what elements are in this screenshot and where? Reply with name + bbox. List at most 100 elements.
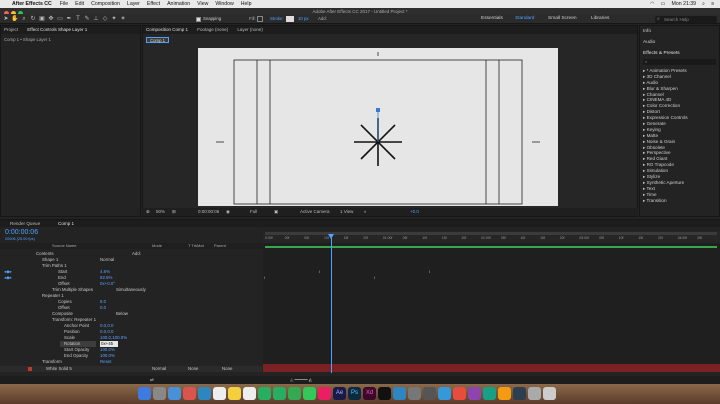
app-store-icon[interactable] — [393, 387, 406, 400]
finder-icon[interactable] — [138, 387, 151, 400]
tab-project[interactable]: Project — [4, 26, 18, 34]
safari-icon[interactable] — [168, 387, 181, 400]
stroke-width[interactable]: 10 px — [298, 16, 309, 21]
tab-effect-controls[interactable]: Effect Controls Shape Layer 1 — [27, 26, 87, 34]
calendar-icon[interactable] — [213, 387, 226, 400]
zoom-tool-icon[interactable]: ⌕ — [20, 15, 28, 23]
magnify-icon[interactable]: ⊕ — [146, 209, 150, 215]
current-time-indicator[interactable] — [331, 235, 332, 373]
grid-icon[interactable]: ⊞ — [172, 209, 176, 215]
camera-tool-icon[interactable]: ▣ — [38, 15, 46, 23]
menu-composition[interactable]: Composition — [91, 1, 120, 7]
type-tool-icon[interactable]: T — [74, 15, 82, 23]
wifi-icon[interactable]: ◠ — [650, 1, 655, 7]
keyframe-marker[interactable]: I — [319, 269, 320, 274]
effects-category[interactable]: ▸ Transition — [643, 198, 718, 204]
search-help-input[interactable]: Search Help — [655, 16, 717, 23]
app-icon[interactable] — [438, 387, 451, 400]
comp-tab[interactable]: Comp 1 — [146, 37, 170, 43]
tab-comp-1[interactable]: Comp 1 — [58, 220, 74, 227]
itunes-icon[interactable] — [318, 387, 331, 400]
keyframe-marker[interactable]: I — [429, 269, 430, 274]
eraser-tool-icon[interactable]: ◇ — [101, 15, 109, 23]
terminal-icon[interactable] — [423, 387, 436, 400]
keyframe-marker[interactable]: I — [374, 275, 375, 280]
workspace-essentials[interactable]: Essentials — [481, 16, 503, 21]
composition-viewer[interactable] — [198, 48, 558, 206]
rotate-tool-icon[interactable]: ↻ — [29, 15, 37, 23]
battery-icon[interactable]: ▭ — [661, 1, 666, 7]
info-tab[interactable]: Info — [643, 29, 651, 34]
pan-behind-tool-icon[interactable]: ✥ — [47, 15, 55, 23]
zoom-level[interactable]: 50% — [156, 209, 165, 214]
system-preferences-icon[interactable] — [408, 387, 421, 400]
trash-icon[interactable] — [543, 387, 556, 400]
app-icon[interactable] — [468, 387, 481, 400]
stroke-swatch[interactable] — [286, 16, 294, 22]
layer-row-white-solid[interactable]: White Solid 5 Normal None None — [0, 366, 262, 372]
exposure-value[interactable]: +0.0 — [410, 209, 419, 214]
col-parent[interactable]: Parent — [214, 243, 226, 249]
after-effects-icon[interactable]: Ae — [333, 387, 346, 400]
menu-edit[interactable]: Edit — [75, 1, 84, 7]
menu-animation[interactable]: Animation — [167, 1, 190, 7]
timeline-timecode[interactable]: 0:00:00:06 — [5, 229, 38, 236]
tab-footage[interactable]: Footage (none) — [197, 26, 228, 34]
zoom-slider-icon[interactable]: ◬ ━━━━━ ◭ — [290, 377, 312, 383]
workspace-small-screen[interactable]: Small Screen — [548, 16, 577, 21]
exposure-icon[interactable]: ◐ — [364, 209, 367, 214]
app-icon[interactable] — [498, 387, 511, 400]
view-layout-select[interactable]: 1 View — [340, 209, 353, 214]
effects-presets-title[interactable]: Effects & Presets — [643, 51, 680, 56]
camera-app-icon[interactable] — [378, 387, 391, 400]
menu-layer[interactable]: Layer — [127, 1, 140, 7]
resolution-select[interactable]: Full — [250, 209, 257, 214]
keyframe-nav-icon[interactable]: ◂◆▸ — [4, 275, 12, 281]
app-icon[interactable] — [513, 387, 526, 400]
notes-icon[interactable] — [228, 387, 241, 400]
reminders-icon[interactable] — [243, 387, 256, 400]
workspace-standard[interactable]: Standard — [515, 16, 534, 21]
tab-composition[interactable]: Composition Comp 1 — [146, 26, 188, 34]
menu-file[interactable]: File — [60, 1, 68, 7]
layer-duration-bar[interactable] — [265, 246, 717, 248]
tab-layer[interactable]: Layer (none) — [237, 26, 263, 34]
menu-view[interactable]: View — [197, 1, 208, 7]
clone-tool-icon[interactable]: ⊥ — [92, 15, 100, 23]
clock[interactable]: Mon 21:39 — [672, 1, 697, 7]
stroke-label[interactable]: Stroke: — [270, 16, 284, 21]
fill-swatch[interactable] — [257, 16, 263, 22]
rectangle-tool-icon[interactable]: ▭ — [56, 15, 64, 23]
tab-render-queue[interactable]: Render Queue — [10, 220, 40, 227]
launchpad-icon[interactable] — [153, 387, 166, 400]
app-icon[interactable] — [453, 387, 466, 400]
audio-tab[interactable]: Audio — [643, 40, 655, 45]
pen-tool-icon[interactable]: ✒ — [65, 15, 73, 23]
menu-window[interactable]: Window — [215, 1, 233, 7]
facetime-icon[interactable] — [303, 387, 316, 400]
selection-tool-icon[interactable]: ➤ — [2, 15, 10, 23]
adobe-xd-icon[interactable]: Xd — [363, 387, 376, 400]
menu-effect[interactable]: Effect — [147, 1, 160, 7]
menu-help[interactable]: Help — [241, 1, 252, 7]
col-trkmat[interactable]: T TrkMat — [188, 243, 204, 249]
mail-icon[interactable] — [198, 387, 211, 400]
photoshop-icon[interactable]: Ps — [348, 387, 361, 400]
downloads-folder-icon[interactable] — [528, 387, 541, 400]
col-mode[interactable]: Mode — [152, 243, 162, 249]
messages-icon[interactable] — [288, 387, 301, 400]
line-app-icon[interactable] — [273, 387, 286, 400]
effects-search-input[interactable]: ⌕ — [643, 59, 716, 65]
puppet-tool-icon[interactable]: ✶ — [119, 15, 127, 23]
viewer-timecode[interactable]: 0:00:00:06 — [198, 209, 219, 214]
menu-list-icon[interactable]: ≡ — [711, 1, 714, 7]
app-icon[interactable] — [483, 387, 496, 400]
label-color-swatch[interactable] — [28, 367, 32, 371]
snapping-checkbox[interactable] — [196, 17, 201, 22]
maps-icon[interactable] — [258, 387, 271, 400]
roto-tool-icon[interactable]: ✦ — [110, 15, 118, 23]
camera-select[interactable]: Active Camera — [300, 209, 330, 214]
search-icon[interactable]: ⌕ — [702, 1, 705, 8]
brush-tool-icon[interactable]: ✎ — [83, 15, 91, 23]
app-menu[interactable]: After Effects CC — [12, 1, 52, 7]
